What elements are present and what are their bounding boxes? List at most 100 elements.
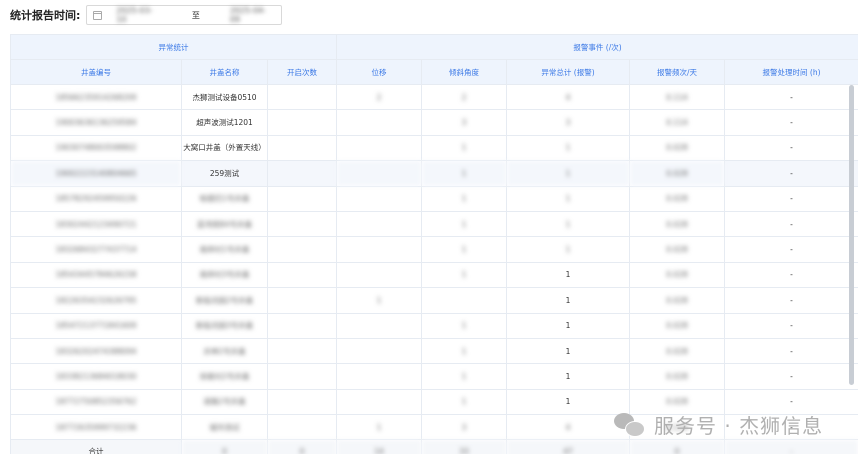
date-range-picker[interactable]: 2025-03-10 至 2025-04-09 bbox=[86, 5, 283, 25]
cell-handle-time: - bbox=[724, 261, 858, 289]
cell-tilt: 3 bbox=[421, 414, 508, 441]
cell-cover-id: 18543445784626158 bbox=[10, 261, 182, 289]
cell-alarm-frequency: 0.028 bbox=[629, 337, 726, 365]
table-scrollbar[interactable] bbox=[849, 85, 854, 385]
total-handle-time: - bbox=[724, 439, 858, 454]
cell-cover-id: 18772635999732236 bbox=[10, 414, 182, 441]
cell-displacement: 1 bbox=[336, 287, 423, 314]
table-row[interactable]: 18566235914268209 杰狮测试设备0510 2 2 4 0.114… bbox=[10, 83, 858, 111]
col-header-displacement: 位移 bbox=[336, 59, 423, 85]
cell-handle-time: - bbox=[724, 210, 858, 238]
calendar-icon bbox=[93, 10, 103, 20]
cell-anomaly-total: 1 bbox=[506, 312, 631, 339]
cell-open-count bbox=[266, 287, 338, 314]
col-header-cover-name: 井盖名称 bbox=[181, 59, 268, 85]
cell-displacement bbox=[336, 363, 423, 390]
cell-open-count bbox=[266, 312, 338, 339]
table-row[interactable]: 18547213771841609 新临讯园3号井盖 1 1 0.028 - bbox=[10, 312, 858, 339]
cell-cover-name: 新临讯园3号井盖 bbox=[181, 312, 268, 339]
cell-open-count bbox=[266, 83, 338, 111]
cell-displacement bbox=[336, 109, 423, 136]
cell-tilt bbox=[421, 287, 508, 314]
cell-cover-id: 18566235914268209 bbox=[10, 83, 182, 111]
total-open-count: 0 bbox=[181, 439, 268, 454]
date-range-separator: 至 bbox=[191, 10, 200, 20]
cell-anomaly-total: 1 bbox=[506, 363, 631, 390]
cell-displacement: 2 bbox=[336, 83, 423, 111]
cell-anomaly-total: 1 bbox=[506, 287, 631, 314]
table-row[interactable]: 18326843277437714 南岸村1号井盖 1 1 0.028 - bbox=[10, 236, 858, 263]
table-row[interactable]: 18302442123490721 蓝湾苑B4号井盖 1 1 0.028 - bbox=[10, 210, 858, 238]
cell-cover-id: 18302442123490721 bbox=[10, 210, 182, 238]
cell-cover-name: 蓝湾苑B4号井盖 bbox=[181, 210, 268, 238]
cell-cover-id: 18326843277437714 bbox=[10, 236, 182, 263]
cell-cover-name: 城市测试 bbox=[181, 414, 268, 441]
table-row[interactable]: 18326202474388094 井神2号井盖 1 1 0.028 - bbox=[10, 337, 858, 365]
cell-tilt: 1 bbox=[421, 261, 508, 289]
cell-open-count bbox=[266, 236, 338, 263]
cell-tilt: 1 bbox=[421, 337, 508, 365]
table-row[interactable]: 18543445784626158 南岸村3号井盖 1 1 0.028 - bbox=[10, 261, 858, 289]
cell-anomaly-total: 1 bbox=[506, 388, 631, 416]
cell-cover-name: 大窝口井盖（外置天线） bbox=[181, 134, 268, 162]
table-row[interactable]: 19002223140804665 259测试 1 1 0.028 - bbox=[10, 160, 858, 187]
cell-open-count bbox=[266, 210, 338, 238]
table-row[interactable]: 19030748003598802 大窝口井盖（外置天线） 1 1 0.028 … bbox=[10, 134, 858, 162]
cell-anomaly-total: 1 bbox=[506, 210, 631, 238]
cell-tilt: 1 bbox=[421, 185, 508, 212]
report-time-label: 统计报告时间: bbox=[10, 9, 81, 22]
cell-tilt: 1 bbox=[421, 160, 508, 187]
start-date[interactable]: 2025-03-10 bbox=[116, 6, 162, 24]
cell-handle-time: - bbox=[724, 83, 858, 111]
cell-open-count bbox=[266, 363, 338, 390]
cell-displacement bbox=[336, 337, 423, 365]
watermark-text: 服务号 · 杰狮信息 bbox=[654, 414, 824, 438]
table-row[interactable]: 18338213684018030 旭者村2号井盖 1 1 0.028 - bbox=[10, 363, 858, 390]
cell-open-count bbox=[266, 160, 338, 187]
report-table-container[interactable]: 异常统计 报警事件 (/次) 井盖编号 井盖名称 开启次数 位移 倾斜角度 异常… bbox=[10, 34, 858, 454]
cell-cover-id: 18772750852356762 bbox=[10, 388, 182, 416]
cell-displacement: 1 bbox=[336, 414, 423, 441]
cell-cover-id: 18578292459950226 bbox=[10, 185, 182, 212]
table-body: 18566235914268209 杰狮测试设备0510 2 2 4 0.114… bbox=[10, 83, 858, 454]
cell-cover-id: 18338213684018030 bbox=[10, 363, 182, 390]
table-row[interactable]: 19003636136259584 超声波测试1201 3 3 0.114 - bbox=[10, 109, 858, 136]
cell-displacement bbox=[336, 388, 423, 416]
total-label: 合计 bbox=[10, 439, 182, 454]
cell-cover-name: 超声波测试1201 bbox=[181, 109, 268, 136]
table-row[interactable]: 18578292459950226 帕德巴1号井盖 1 1 0.028 - bbox=[10, 185, 858, 212]
cell-displacement bbox=[336, 134, 423, 162]
total-tilt: 33 bbox=[421, 439, 508, 454]
report-time-filter: 统计报告时间: 2025-03-10 至 2025-04-09 bbox=[10, 4, 283, 26]
cell-displacement bbox=[336, 185, 423, 212]
cell-cover-name: 杰狮测试设备0510 bbox=[181, 83, 268, 111]
cell-tilt: 1 bbox=[421, 388, 508, 416]
cell-tilt: 3 bbox=[421, 109, 508, 136]
group-header-anomaly: 异常统计 bbox=[10, 34, 338, 60]
cell-open-count bbox=[266, 337, 338, 365]
cell-handle-time: - bbox=[724, 287, 858, 314]
cell-cover-name: 南岸村3号井盖 bbox=[181, 261, 268, 289]
cell-open-count bbox=[266, 185, 338, 212]
cell-alarm-frequency: 0.028 bbox=[629, 160, 726, 187]
col-header-tilt-angle: 倾斜角度 bbox=[421, 59, 508, 85]
cell-cover-name: 帕德巴1号井盖 bbox=[181, 185, 268, 212]
cell-anomaly-total: 1 bbox=[506, 160, 631, 187]
cell-open-count bbox=[266, 414, 338, 441]
end-date[interactable]: 2025-04-09 bbox=[230, 6, 276, 24]
cell-alarm-frequency: 0.114 bbox=[629, 83, 726, 111]
cell-tilt: 2 bbox=[421, 83, 508, 111]
cell-alarm-frequency: 0.028 bbox=[629, 312, 726, 339]
cell-alarm-frequency: 0.028 bbox=[629, 363, 726, 390]
cell-cover-name: 井神2号井盖 bbox=[181, 337, 268, 365]
col-header-handle-time: 报警处理时间 (h) bbox=[724, 59, 858, 85]
cell-anomaly-total: 3 bbox=[506, 109, 631, 136]
cell-open-count bbox=[266, 261, 338, 289]
cell-alarm-frequency: 0.028 bbox=[629, 134, 726, 162]
cell-displacement bbox=[336, 160, 423, 187]
cell-handle-time: - bbox=[724, 236, 858, 263]
table-row[interactable]: 18226354232626795 新临讯园2号井盖 1 1 0.028 - bbox=[10, 287, 858, 314]
cell-anomaly-total: 1 bbox=[506, 261, 631, 289]
cell-handle-time: - bbox=[724, 134, 858, 162]
cell-handle-time: - bbox=[724, 312, 858, 339]
